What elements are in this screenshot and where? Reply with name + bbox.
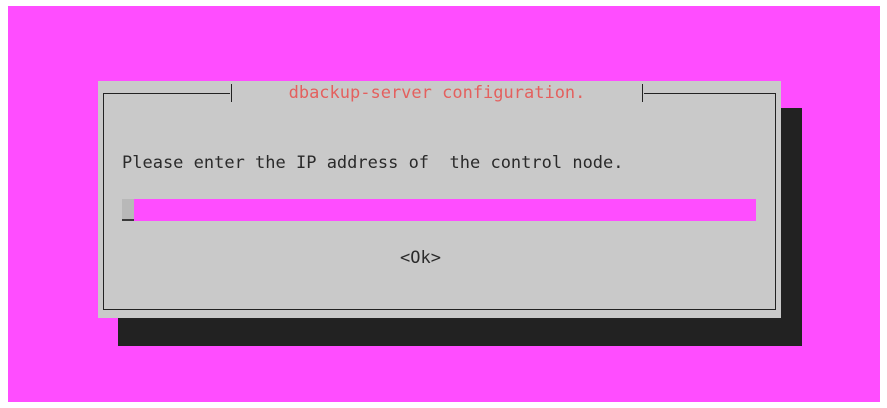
config-dialog: dbackup-server configuration. Please ent… [98,81,781,318]
text-cursor [122,199,134,221]
ip-address-input[interactable] [122,199,756,221]
dialog-title: dbackup-server configuration. [288,83,586,103]
dialog-title-area: dbackup-server configuration. [230,81,644,105]
ok-button[interactable]: <Ok> [400,247,441,269]
prompt-text: Please enter the IP address of the contr… [122,153,624,173]
title-right-bracket [642,84,643,102]
